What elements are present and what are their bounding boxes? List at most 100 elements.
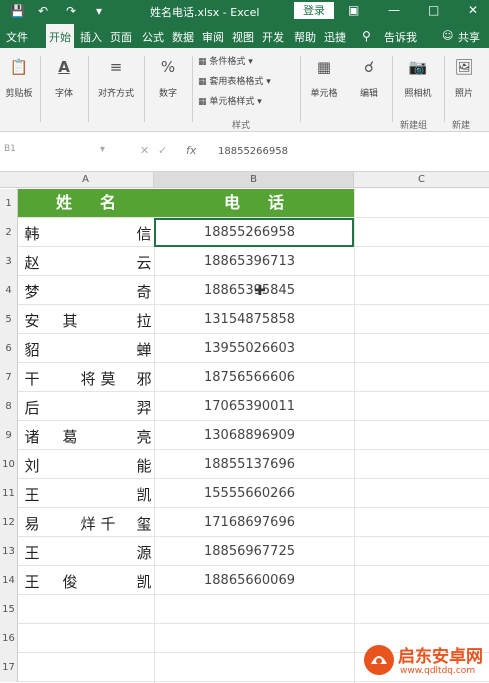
new-group-label: 新建组 [400, 121, 428, 131]
row-header[interactable]: 15 [0, 595, 18, 624]
ribbon-display-icon[interactable]: ▣ [348, 3, 359, 17]
name-cell[interactable]: 赵云 [18, 247, 154, 276]
row-header[interactable]: 14 [0, 566, 18, 595]
phone-cell[interactable]: 18865395845 [204, 283, 295, 298]
close-icon[interactable]: ✕ [468, 3, 478, 17]
alignment-group[interactable]: ≡ 对齐方式 [90, 48, 142, 132]
tab-help[interactable]: 帮助 [294, 29, 316, 45]
name-cell[interactable]: 易 烊千 玺 [18, 508, 154, 537]
name-char: 后 [24, 399, 40, 417]
row-header[interactable]: 3 [0, 247, 18, 276]
editing-label: 编辑 [359, 89, 378, 99]
phone-header-cell[interactable]: 电话 [154, 189, 354, 217]
row-header[interactable]: 11 [0, 479, 18, 508]
maximize-icon[interactable]: □ [428, 3, 439, 17]
name-header-cell[interactable]: 姓名 [18, 189, 154, 217]
tab-home[interactable]: 开始 [46, 24, 74, 48]
customize-qat-icon[interactable]: ▾ [96, 4, 102, 18]
name-char: 羿 [136, 399, 152, 417]
row-header[interactable]: 7 [0, 363, 18, 392]
tab-formulas[interactable]: 公式 [142, 29, 164, 45]
name-cell[interactable]: 安其拉 [18, 305, 154, 334]
column-header-c[interactable]: C [354, 172, 489, 188]
name-cell[interactable]: 王凯 [18, 479, 154, 508]
name-char: 干 [24, 370, 40, 388]
name-cell[interactable]: 后羿 [18, 392, 154, 421]
column-header-b[interactable]: B [154, 172, 354, 188]
undo-icon[interactable]: ↶ [38, 4, 48, 18]
tab-review[interactable]: 审阅 [202, 29, 224, 45]
row-header[interactable]: 9 [0, 421, 18, 450]
namebox-dropdown-icon[interactable]: ▾ [100, 144, 105, 155]
clipboard-group[interactable]: 📋 剪贴板 [0, 48, 38, 132]
row-header[interactable]: 4 [0, 276, 18, 305]
tab-file[interactable]: 文件 [6, 29, 28, 45]
row-header[interactable]: 5 [0, 305, 18, 334]
column-header-a[interactable]: A [18, 172, 154, 188]
phone-cell[interactable]: 17065390011 [204, 399, 295, 414]
phone-cell[interactable]: 18865660069 [204, 573, 295, 588]
alignment-label: 对齐方式 [97, 89, 134, 99]
select-all-corner[interactable] [0, 172, 18, 188]
cell-styles-button[interactable]: ▦ 单元格样式 ▾ [198, 94, 262, 107]
ribbon-divider [144, 56, 145, 122]
phone-cell[interactable]: 13154875858 [204, 312, 295, 327]
cells-group[interactable]: ▦ 单元格 [302, 48, 346, 132]
enter-icon[interactable]: ✓ [158, 144, 167, 157]
table-format-label: 套用表格格式 ▾ [209, 77, 271, 87]
name-cell[interactable]: 韩信 [18, 218, 154, 247]
phone-cell[interactable]: 13068896909 [204, 428, 295, 443]
row-header[interactable]: 8 [0, 392, 18, 421]
tell-me-input[interactable]: 告诉我 [384, 29, 417, 45]
row-header[interactable]: 16 [0, 624, 18, 653]
login-button[interactable]: 登录 [294, 2, 334, 19]
share-icon: ☺ [442, 29, 454, 42]
redo-icon[interactable]: ↷ [66, 4, 76, 18]
save-icon[interactable]: 💾 [10, 4, 25, 18]
row-header[interactable]: 17 [0, 653, 18, 682]
row-header[interactable]: 13 [0, 537, 18, 566]
name-cell[interactable]: 刘能 [18, 450, 154, 479]
grid-line [154, 189, 155, 683]
camera-icon: 📷 [408, 58, 428, 76]
conditional-format-button[interactable]: ▦ 条件格式 ▾ [198, 54, 253, 67]
tab-page-layout[interactable]: 页面 [110, 29, 132, 45]
tab-view[interactable]: 视图 [232, 29, 254, 45]
row-header[interactable]: 12 [0, 508, 18, 537]
name-box[interactable]: B1 [4, 144, 74, 162]
cancel-icon[interactable]: ✕ [140, 144, 149, 157]
name-char: 凯 [136, 573, 152, 591]
name-cell[interactable]: 梦奇 [18, 276, 154, 305]
name-cell[interactable]: 王俊凯 [18, 566, 154, 595]
name-cell[interactable]: 王源 [18, 537, 154, 566]
tab-data[interactable]: 数据 [172, 29, 194, 45]
phone-cell[interactable]: 18865396713 [204, 254, 295, 269]
phone-cell[interactable]: 18756566606 [204, 370, 295, 385]
editing-group[interactable]: ☌ 编辑 [348, 48, 390, 132]
name-cell[interactable]: 干 将莫 邪 [18, 363, 154, 392]
minimize-icon[interactable]: — [388, 3, 400, 17]
row-header[interactable]: 10 [0, 450, 18, 479]
phone-cell[interactable]: 13955026603 [204, 341, 295, 356]
ribbon-tabs: 文件 开始 插入 页面 公式 数据 审阅 视图 开发 帮助 迅捷 ⚲ 告诉我 ☺… [0, 22, 489, 48]
phone-cell[interactable]: 18856967725 [204, 544, 295, 559]
font-group[interactable]: A 字体 [44, 48, 84, 132]
tab-insert[interactable]: 插入 [80, 29, 102, 45]
name-char: 莫 [100, 370, 116, 388]
row-header[interactable]: 2 [0, 218, 18, 247]
share-button[interactable]: 共享 [458, 29, 480, 45]
name-char: 千 [100, 515, 116, 533]
row-header[interactable]: 6 [0, 334, 18, 363]
number-group[interactable]: % 数字 [148, 48, 188, 132]
phone-cell[interactable]: 15555660266 [204, 486, 295, 501]
name-cell[interactable]: 诸葛亮 [18, 421, 154, 450]
phone-cell[interactable]: 18855137696 [204, 457, 295, 472]
tab-developer[interactable]: 开发 [262, 29, 284, 45]
name-cell[interactable]: 貂蝉 [18, 334, 154, 363]
tab-xunjie[interactable]: 迅捷 [324, 29, 346, 45]
formula-input[interactable]: 18855266958 [218, 146, 288, 157]
table-format-button[interactable]: ▦ 套用表格格式 ▾ [198, 74, 271, 87]
row-header[interactable]: 1 [0, 189, 18, 218]
phone-cell[interactable]: 17168697696 [204, 515, 295, 530]
insert-function-icon[interactable]: fx [186, 144, 196, 157]
